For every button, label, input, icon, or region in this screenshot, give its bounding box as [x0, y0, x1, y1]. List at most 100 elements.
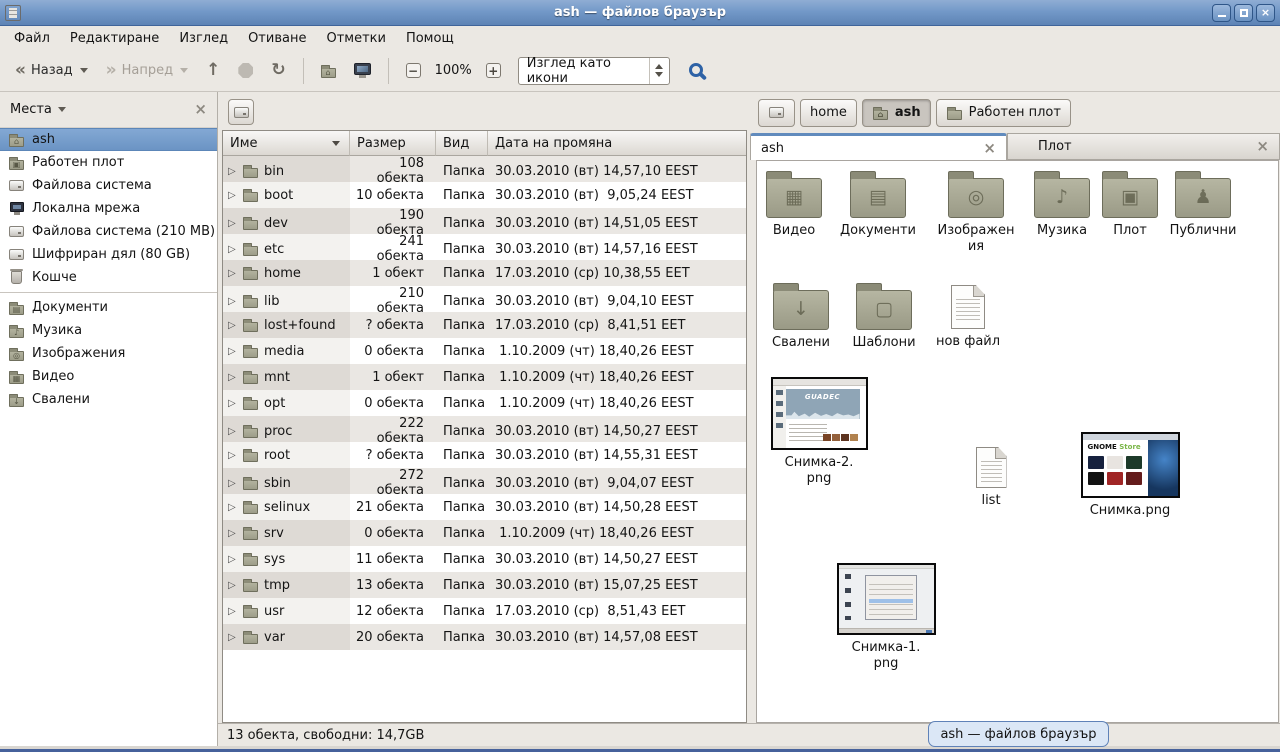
- combo-spinner[interactable]: [649, 58, 669, 84]
- close-button[interactable]: ×: [1256, 4, 1275, 22]
- table-row[interactable]: ▷ lib 210 обекта Папка 30.03.2010 (вт) 9…: [223, 286, 746, 312]
- zoom-out-button[interactable]: −: [399, 59, 428, 82]
- view-mode-select[interactable]: Изглед като икони: [518, 57, 670, 85]
- table-row[interactable]: ▷ usr 12 обекта Папка 17.03.2010 (ср) 8,…: [223, 598, 746, 624]
- expander-icon[interactable]: ▷: [228, 190, 237, 201]
- column-header-name[interactable]: Име: [223, 131, 350, 156]
- expander-icon[interactable]: ▷: [228, 268, 237, 279]
- sidebar-item[interactable]: Локална мрежа: [0, 197, 217, 220]
- sidebar-title[interactable]: Места: [10, 102, 52, 117]
- table-row[interactable]: ▷ boot 10 обекта Папка 30.03.2010 (вт) 9…: [223, 182, 746, 208]
- stop-button[interactable]: [231, 59, 260, 82]
- expander-icon[interactable]: ▷: [228, 398, 237, 409]
- sidebar-item[interactable]: Файлова система (210 MB): [0, 220, 217, 243]
- expander-icon[interactable]: ▷: [228, 450, 237, 461]
- tab[interactable]: Плот ×: [1007, 133, 1280, 160]
- menu-item[interactable]: Файл: [4, 28, 60, 49]
- sidebar-item[interactable]: Кошче: [0, 266, 217, 289]
- column-header-size[interactable]: Размер: [350, 131, 436, 156]
- icon-view-folder[interactable]: ↓ Свалени: [764, 281, 838, 351]
- maximize-button[interactable]: [1234, 4, 1253, 22]
- expander-icon[interactable]: ▷: [228, 554, 237, 565]
- table-row[interactable]: ▷ opt 0 обекта Папка 1.10.2009 (чт) 18,4…: [223, 390, 746, 416]
- path-button[interactable]: home: [800, 99, 857, 127]
- search-button[interactable]: [674, 57, 718, 85]
- menu-item[interactable]: Редактиране: [60, 28, 169, 49]
- table-row[interactable]: ▷ sys 11 обекта Папка 30.03.2010 (вт) 14…: [223, 546, 746, 572]
- icon-view-folder[interactable]: ▤ Документи: [841, 169, 915, 239]
- expander-icon[interactable]: ▷: [228, 218, 237, 229]
- expander-icon[interactable]: ▷: [228, 320, 237, 331]
- minimize-button[interactable]: [1212, 4, 1231, 22]
- table-row[interactable]: ▷ selinux 21 обекта Папка 30.03.2010 (вт…: [223, 494, 746, 520]
- forward-button[interactable]: » Напред: [99, 58, 195, 83]
- back-button[interactable]: « Назад: [8, 58, 95, 83]
- expander-icon[interactable]: ▷: [228, 606, 237, 617]
- path-button[interactable]: ⌂ ash: [862, 99, 931, 127]
- tab[interactable]: ash ×: [750, 133, 1007, 160]
- icon-view-folder[interactable]: ▦ Видео: [757, 169, 831, 239]
- zoom-in-button[interactable]: +: [479, 59, 508, 82]
- sidebar-item[interactable]: ▤ Документи: [0, 296, 217, 319]
- table-row[interactable]: ▷ var 20 обекта Папка 30.03.2010 (вт) 14…: [223, 624, 746, 650]
- up-button[interactable]: ↑: [199, 58, 227, 83]
- expander-icon[interactable]: ▷: [228, 478, 237, 489]
- table-row[interactable]: ▷ mnt 1 обект Папка 1.10.2009 (чт) 18,40…: [223, 364, 746, 390]
- expander-icon[interactable]: ▷: [228, 296, 237, 307]
- expander-icon[interactable]: ▷: [228, 166, 237, 177]
- menu-item[interactable]: Изглед: [169, 28, 238, 49]
- table-row[interactable]: ▷ etc 241 обекта Папка 30.03.2010 (вт) 1…: [223, 234, 746, 260]
- sidebar-item[interactable]: ◎ Изображения: [0, 342, 217, 365]
- sidebar-item[interactable]: ▦ Видео: [0, 365, 217, 388]
- icon-view-folder[interactable]: ▢ Шаблони: [847, 281, 921, 351]
- sidebar-item[interactable]: ↓ Свалени: [0, 388, 217, 411]
- back-dropdown-icon[interactable]: [80, 68, 88, 73]
- column-header-date[interactable]: Дата на промяна: [488, 131, 746, 156]
- expander-icon[interactable]: ▷: [228, 372, 237, 383]
- column-header-type[interactable]: Вид: [436, 131, 488, 156]
- table-row[interactable]: ▷ lost+found ? обекта Папка 17.03.2010 (…: [223, 312, 746, 338]
- sidebar-item[interactable]: ♪ Музика: [0, 319, 217, 342]
- tab-close-icon[interactable]: ×: [1256, 139, 1269, 154]
- table-row[interactable]: ▷ srv 0 обекта Папка 1.10.2009 (чт) 18,4…: [223, 520, 746, 546]
- sidebar-item[interactable]: Шифриран дял (80 GB): [0, 243, 217, 266]
- icon-view-image[interactable]: GUADEC Снимка-2. png: [764, 377, 874, 488]
- menu-item[interactable]: Отметки: [316, 28, 395, 49]
- reload-button[interactable]: ↻: [264, 58, 292, 83]
- icon-view-image[interactable]: GNOME Store Снимка.png: [1070, 432, 1190, 519]
- icon-view-image[interactable]: Снимка-1. png: [831, 563, 941, 673]
- menu-item[interactable]: Помощ: [396, 28, 464, 49]
- icon-view-folder[interactable]: ♪ Музика: [1025, 169, 1099, 239]
- table-row[interactable]: ▷ dev 190 обекта Папка 30.03.2010 (вт) 1…: [223, 208, 746, 234]
- sidebar-item[interactable]: ⌂ ash: [0, 128, 217, 151]
- expander-icon[interactable]: ▷: [228, 426, 237, 437]
- sidebar-item[interactable]: Файлова система: [0, 174, 217, 197]
- expander-icon[interactable]: ▷: [228, 244, 237, 255]
- table-row[interactable]: ▷ sbin 272 обекта Папка 30.03.2010 (вт) …: [223, 468, 746, 494]
- expander-icon[interactable]: ▷: [228, 580, 237, 591]
- sidebar-item[interactable]: ▣ Работен плот: [0, 151, 217, 174]
- table-row[interactable]: ▷ home 1 обект Папка 17.03.2010 (ср) 10,…: [223, 260, 746, 286]
- icon-view-file[interactable]: нов файл: [931, 285, 1005, 350]
- table-row[interactable]: ▷ media 0 обекта Папка 1.10.2009 (чт) 18…: [223, 338, 746, 364]
- home-button[interactable]: ⌂: [314, 60, 343, 82]
- table-row[interactable]: ▷ proc 222 обекта Папка 30.03.2010 (вт) …: [223, 416, 746, 442]
- sidebar-mode-dropdown-icon[interactable]: [58, 107, 66, 112]
- sidebar-close-icon[interactable]: ×: [194, 102, 207, 117]
- icon-view-folder[interactable]: ◎ Изображен ия: [939, 169, 1013, 256]
- taskbar-window-button[interactable]: ash — файлов браузър: [928, 721, 1109, 747]
- menu-item[interactable]: Отиване: [238, 28, 316, 49]
- expander-icon[interactable]: ▷: [228, 346, 237, 357]
- expander-icon[interactable]: ▷: [228, 528, 237, 539]
- path-button[interactable]: Работен плот: [936, 99, 1071, 127]
- icon-view-file[interactable]: list: [951, 447, 1031, 509]
- tree-pane-root-button[interactable]: [228, 99, 254, 125]
- table-row[interactable]: ▷ tmp 13 обекта Папка 30.03.2010 (вт) 15…: [223, 572, 746, 598]
- icon-view-folder[interactable]: ▣ Плот: [1093, 169, 1167, 239]
- table-row[interactable]: ▷ bin 108 обекта Папка 30.03.2010 (вт) 1…: [223, 156, 746, 182]
- icon-view-folder[interactable]: ♟ Публични: [1166, 169, 1240, 239]
- expander-icon[interactable]: ▷: [228, 502, 237, 513]
- tab-close-icon[interactable]: ×: [983, 141, 996, 156]
- table-row[interactable]: ▷ root ? обекта Папка 30.03.2010 (вт) 14…: [223, 442, 746, 468]
- expander-icon[interactable]: ▷: [228, 632, 237, 643]
